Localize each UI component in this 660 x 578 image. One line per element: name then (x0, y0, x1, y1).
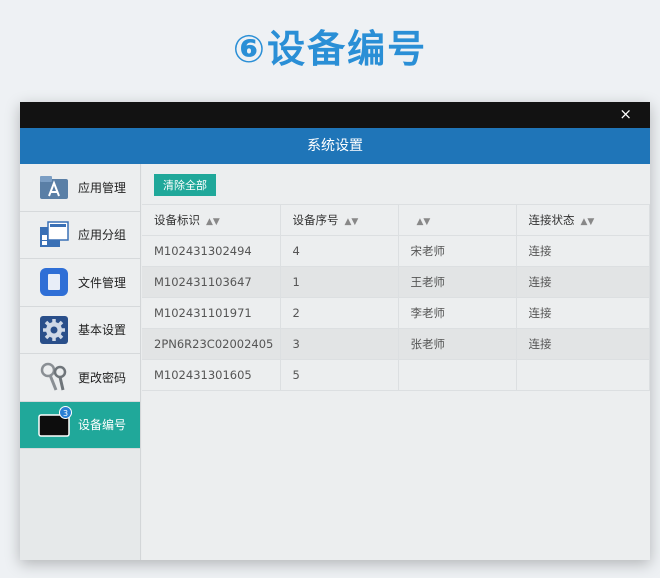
cell-teacher: 宋老师 (398, 235, 517, 267)
cell-teacher: 李老师 (398, 297, 517, 329)
close-button[interactable]: × (619, 105, 632, 123)
cell-device-serial: 1 (280, 266, 399, 298)
sort-icon[interactable]: ▲▼ (417, 217, 431, 227)
cell-device-id: M102431101971 (142, 297, 281, 329)
device-icon: 3 (38, 405, 72, 440)
keys-icon (38, 362, 70, 392)
sort-icon[interactable]: ▲▼ (206, 217, 220, 227)
page-heading: ⑥设备编号 (232, 27, 428, 71)
sidebar-item-app-management[interactable]: 应用管理 (20, 164, 140, 212)
cell-connection-status: 连接 (516, 235, 650, 267)
table-row[interactable]: M102431302494 4 宋老师 连接 (142, 235, 650, 267)
settings-window: × 系统设置 应用管理 应用分组 文件管理 基本设置 更改密码 3 设备编号 清… (20, 102, 650, 560)
cell-connection-status: 连接 (516, 328, 650, 360)
cell-device-id: M102431103647 (142, 266, 281, 298)
device-table: 设备标识 ▲▼ 设备序号 ▲▼ ▲▼ 连接状态 ▲▼ M102431302494 4 … (142, 204, 650, 391)
cell-connection-status: 连接 (516, 266, 650, 298)
device-count-badge: 3 (59, 405, 72, 419)
cell-device-serial: 3 (280, 328, 399, 360)
cell-device-id: 2PN6R23C02002405 (142, 328, 281, 360)
cell-connection-status (516, 359, 650, 391)
cell-teacher: 张老师 (398, 328, 517, 360)
sidebar-item-file-management[interactable]: 文件管理 (20, 259, 140, 307)
column-header-device-id[interactable]: 设备标识 ▲▼ (142, 204, 281, 236)
main-content: 清除全部 设备标识 ▲▼ 设备序号 ▲▼ ▲▼ 连接状态 ▲▼ M1024313024… (142, 164, 650, 560)
column-header-connection-status[interactable]: 连接状态 ▲▼ (516, 204, 650, 236)
cell-device-serial: 2 (280, 297, 399, 329)
cell-connection-status: 连接 (516, 297, 650, 329)
sidebar-item-change-password[interactable]: 更改密码 (20, 354, 140, 402)
cell-device-serial: 4 (280, 235, 399, 267)
cell-teacher: 王老师 (398, 266, 517, 298)
cell-device-serial: 5 (280, 359, 399, 391)
table-row[interactable]: 2PN6R23C02002405 3 张老师 连接 (142, 328, 650, 360)
sidebar-item-label: 应用管理 (78, 180, 127, 195)
window-body: 应用管理 应用分组 文件管理 基本设置 更改密码 3 设备编号 清除全部 设备标… (20, 164, 650, 560)
title-bar: × (20, 102, 650, 128)
sort-icon[interactable]: ▲▼ (581, 217, 595, 227)
table-row[interactable]: M102431301605 5 (142, 359, 650, 391)
clear-all-button[interactable]: 清除全部 (154, 174, 216, 196)
sidebar: 应用管理 应用分组 文件管理 基本设置 更改密码 3 设备编号 (20, 164, 141, 560)
sidebar-item-label: 更改密码 (78, 370, 127, 385)
column-header-teacher[interactable]: ▲▼ (398, 204, 517, 236)
sidebar-item-device-number[interactable]: 3 设备编号 (20, 401, 140, 449)
table-row[interactable]: M102431101971 2 李老师 连接 (142, 297, 650, 329)
sidebar-item-label: 基本设置 (78, 323, 127, 338)
window-title: 系统设置 (20, 128, 650, 164)
cell-device-id: M102431301605 (142, 359, 281, 391)
sidebar-item-label: 文件管理 (78, 275, 127, 290)
sort-icon[interactable]: ▲▼ (345, 217, 359, 227)
app-store-icon (38, 172, 70, 202)
gear-icon (38, 315, 70, 345)
cell-device-id: M102431302494 (142, 235, 281, 267)
cell-teacher (398, 359, 517, 391)
app-group-icon (38, 220, 70, 250)
file-icon (38, 267, 70, 297)
table-header-row: 设备标识 ▲▼ 设备序号 ▲▼ ▲▼ 连接状态 ▲▼ (142, 204, 650, 236)
sidebar-item-basic-settings[interactable]: 基本设置 (20, 306, 140, 354)
column-header-device-serial[interactable]: 设备序号 ▲▼ (280, 204, 399, 236)
sidebar-item-label: 设备编号 (78, 418, 127, 433)
table-row[interactable]: M102431103647 1 王老师 连接 (142, 266, 650, 298)
sidebar-item-app-group[interactable]: 应用分组 (20, 211, 140, 259)
sidebar-item-label: 应用分组 (78, 228, 127, 243)
